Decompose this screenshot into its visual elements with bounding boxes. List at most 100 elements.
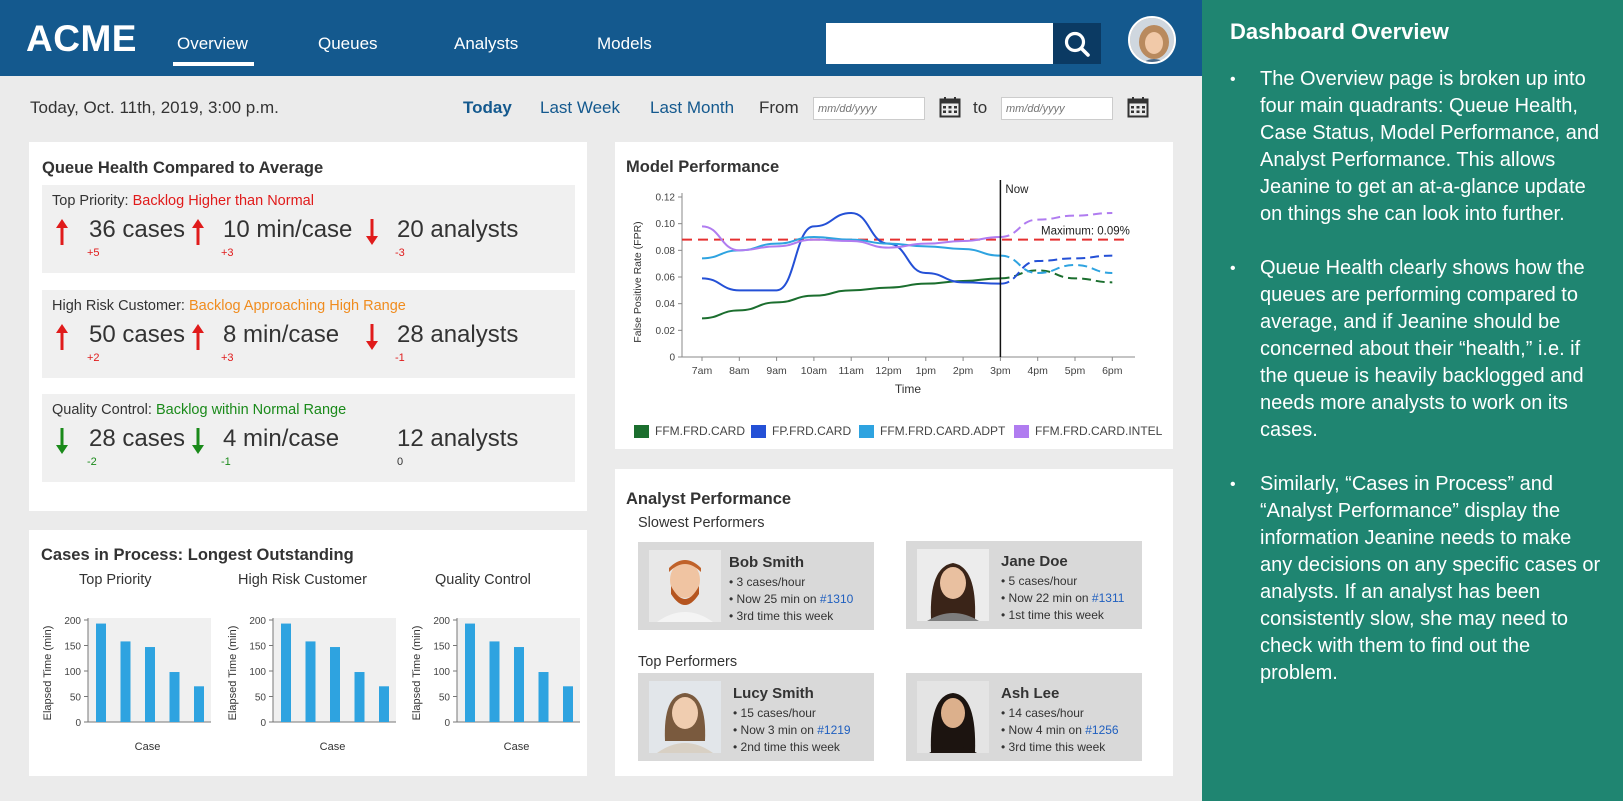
- queue-stat-delta: -2: [87, 456, 97, 468]
- case-bar-chart: 0 50 100 150 200 Elapsed Time (min) Case: [227, 616, 396, 753]
- analyst-occurrences: • 3rd time this week: [1001, 740, 1106, 754]
- search-icon: [1064, 31, 1090, 57]
- queue-stat-value: 12 analysts: [397, 425, 519, 452]
- case-bar[interactable]: [120, 641, 131, 722]
- legend-swatch: [859, 424, 874, 438]
- case-bar[interactable]: [305, 641, 316, 722]
- case-bar[interactable]: [465, 623, 475, 722]
- cases-in-process-card: Cases in Process: Longest Outstanding To…: [29, 530, 587, 776]
- case-chart-title: High Risk Customer: [238, 572, 367, 588]
- series-forecast-line[interactable]: [1000, 269, 1113, 284]
- case-bar[interactable]: [330, 647, 340, 722]
- series-forecast-line[interactable]: [1000, 254, 1113, 275]
- queue-row[interactable]: High Risk Customer: Backlog Approaching …: [42, 290, 575, 378]
- queue-row-header: Quality Control: Backlog within Normal R…: [52, 402, 346, 418]
- y-tick-label: 150: [433, 642, 450, 653]
- legend-label: FP.FRD.CARD: [772, 424, 852, 438]
- analyst-occurrences: • 1st time this week: [1001, 608, 1104, 622]
- legend-item[interactable]: FFM.FRD.CARD.ADPT: [859, 424, 1005, 438]
- side-bullet: Queue Health clearly shows how the queue…: [1230, 255, 1602, 444]
- y-tick-label: 200: [64, 616, 81, 627]
- user-avatar[interactable]: [1128, 16, 1176, 64]
- queue-stat-value: 28 analysts: [397, 321, 519, 348]
- analyst-performance-card: Analyst Performance Slowest Performers T…: [615, 469, 1173, 776]
- case-chart-title: Top Priority: [79, 572, 152, 588]
- case-link[interactable]: #1311: [1092, 591, 1124, 605]
- analyst-card-bob-smith[interactable]: Bob Smith • 3 cases/hour • Now 25 min on…: [638, 542, 874, 630]
- case-bar[interactable]: [96, 623, 106, 722]
- queue-stat-value: 50 cases: [89, 321, 186, 348]
- case-bar-chart: 0 50 100 150 200 Elapsed Time (min) Case: [411, 616, 580, 753]
- analyst-name: Jane Doe: [1001, 553, 1068, 570]
- case-bar[interactable]: [145, 647, 155, 722]
- arrow-down-icon: [56, 428, 68, 454]
- legend-item[interactable]: FFM.FRD.CARD.INTEL: [1014, 424, 1162, 438]
- calendar-icon[interactable]: [1127, 96, 1149, 118]
- case-link[interactable]: #1310: [820, 592, 853, 606]
- y-tick-label: 100: [433, 667, 450, 678]
- case-bar[interactable]: [354, 672, 365, 722]
- case-bar[interactable]: [538, 672, 549, 722]
- from-date-input[interactable]: [813, 97, 925, 120]
- queue-status: Backlog within Normal Range: [155, 402, 347, 418]
- nav-overview[interactable]: Overview: [173, 34, 254, 66]
- y-tick-label: 0.02: [656, 326, 676, 337]
- x-tick-label: 9am: [766, 365, 787, 377]
- analyst-card-jane-doe[interactable]: Jane Doe • 5 cases/hour • Now 22 min on …: [906, 541, 1142, 629]
- nav-queues[interactable]: Queues: [318, 34, 378, 54]
- x-tick-label: 7am: [692, 365, 713, 377]
- side-bullet: Similarly, “Cases in Process” and “Analy…: [1230, 471, 1602, 687]
- case-bar[interactable]: [489, 641, 500, 722]
- case-bar[interactable]: [194, 686, 204, 722]
- case-link[interactable]: #1256: [1085, 723, 1118, 737]
- y-axis-label: Elapsed Time (min): [42, 626, 54, 721]
- x-axis-title: Time: [895, 382, 922, 396]
- case-bar[interactable]: [514, 647, 524, 722]
- x-axis-label: Case: [504, 741, 530, 753]
- legend-swatch: [1014, 424, 1029, 438]
- analyst-card-ash-lee[interactable]: Ash Lee • 14 cases/hour • Now 4 min on #…: [906, 673, 1142, 761]
- calendar-icon[interactable]: [939, 96, 961, 118]
- case-link[interactable]: #1219: [817, 723, 850, 737]
- queue-row[interactable]: Top Priority: Backlog Higher than Normal…: [42, 185, 575, 273]
- case-bar[interactable]: [563, 686, 573, 722]
- to-date-input[interactable]: [1001, 97, 1113, 120]
- series-line[interactable]: [701, 225, 1001, 252]
- nav-models[interactable]: Models: [597, 34, 652, 54]
- x-tick-label: 2pm: [953, 365, 974, 377]
- queue-stat-delta: +5: [87, 247, 100, 259]
- case-bar[interactable]: [169, 672, 180, 722]
- queue-row[interactable]: Quality Control: Backlog within Normal R…: [42, 394, 575, 482]
- arrow-up-icon: [192, 219, 204, 245]
- queue-name: Top Priority:: [52, 193, 129, 209]
- now-label: Now: [1005, 184, 1029, 196]
- range-last-week[interactable]: Last Week: [540, 98, 620, 118]
- analyst-rate: • 5 cases/hour: [1001, 574, 1078, 588]
- analyst-card-lucy-smith[interactable]: Lucy Smith • 15 cases/hour • Now 3 min o…: [638, 673, 874, 761]
- case-bar[interactable]: [281, 623, 291, 722]
- search-button[interactable]: [1053, 23, 1101, 64]
- y-tick-label: 0.08: [656, 246, 676, 257]
- legend-item[interactable]: FFM.FRD.CARD: [634, 424, 745, 438]
- model-performance-chart: 0 0.02 0.04 0.06 0.08 0.10 0.12 7am 8am 9am 10am 11…: [632, 180, 1135, 396]
- case-bar[interactable]: [379, 686, 389, 722]
- analyst-current-case: • Now 25 min on #1310: [729, 592, 854, 606]
- queue-stat-value: 20 analysts: [397, 216, 519, 243]
- search-input[interactable]: [826, 23, 1054, 64]
- series-line[interactable]: [701, 211, 1001, 292]
- case-bar-chart: 0 50 100 150 200 Elapsed Time (min) Case: [42, 616, 211, 753]
- y-tick-label: 200: [433, 616, 450, 627]
- app-logo[interactable]: ACME: [26, 18, 137, 60]
- queue-row-header: High Risk Customer: Backlog Approaching …: [52, 298, 406, 314]
- y-tick-label: 50: [70, 693, 82, 704]
- current-datetime: Today, Oct. 11th, 2019, 3:00 p.m.: [30, 98, 279, 117]
- x-tick-label: 12pm: [875, 365, 902, 377]
- range-today[interactable]: Today: [463, 98, 512, 118]
- analyst-rate: • 14 cases/hour: [1001, 706, 1084, 720]
- x-axis-label: Case: [135, 741, 161, 753]
- legend-item[interactable]: FP.FRD.CARD: [751, 424, 851, 438]
- range-last-month[interactable]: Last Month: [650, 98, 734, 118]
- nav-analysts[interactable]: Analysts: [454, 34, 518, 54]
- series-line[interactable]: [701, 277, 1001, 320]
- x-tick-label: 5pm: [1065, 365, 1086, 377]
